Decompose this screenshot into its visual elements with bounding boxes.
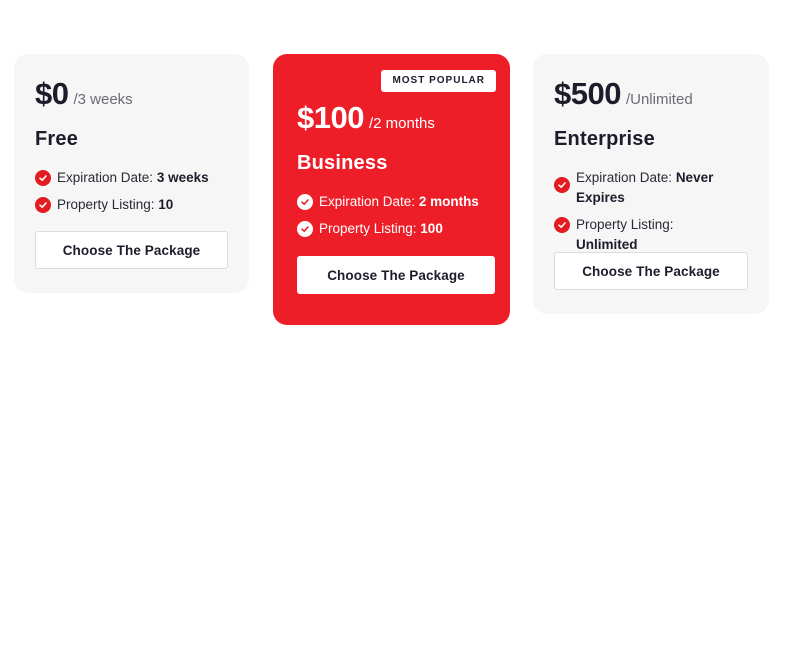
plan-price: $500 <box>554 76 621 111</box>
plan-name: Free <box>35 128 79 150</box>
feature-item: Expiration Date: 2 months <box>297 192 497 212</box>
plan-period: /3 weeks <box>73 91 133 108</box>
check-circle-icon <box>297 194 313 210</box>
feature-text: Expiration Date: 2 months <box>319 192 479 212</box>
feature-text: Property Listing: 100 <box>319 219 443 239</box>
pricing-card-enterprise: $500 /Unlimited Enterprise Expiration Da… <box>533 54 769 314</box>
feature-text: Property Listing: Unlimited <box>576 215 729 255</box>
feature-item: Property Listing: 10 <box>35 195 235 215</box>
feature-list: Expiration Date: Never Expires Property … <box>554 168 729 262</box>
feature-value: 10 <box>158 197 174 212</box>
feature-label: Property Listing: <box>576 217 674 232</box>
check-circle-icon <box>554 177 570 193</box>
feature-text: Property Listing: 10 <box>57 195 173 215</box>
feature-value: 3 weeks <box>156 170 209 185</box>
price-row: $0 /3 weeks <box>35 76 133 112</box>
feature-list: Expiration Date: 2 months Property Listi… <box>297 192 497 246</box>
most-popular-badge: MOST POPULAR <box>381 70 496 92</box>
price-row: $500 /Unlimited <box>554 76 693 112</box>
feature-item: Expiration Date: 3 weeks <box>35 168 235 188</box>
plan-price: $100 <box>297 100 364 135</box>
price-row: $100 /2 months <box>297 100 435 136</box>
plan-name: Business <box>297 152 388 174</box>
feature-label: Expiration Date: <box>57 170 157 185</box>
feature-label: Property Listing: <box>57 197 159 212</box>
choose-package-button[interactable]: Choose The Package <box>554 252 748 290</box>
feature-value: 100 <box>420 221 443 236</box>
check-circle-icon <box>35 170 51 186</box>
check-circle-icon <box>554 217 570 233</box>
feature-text: Expiration Date: Never Expires <box>576 168 729 208</box>
plan-period: /2 months <box>368 115 435 132</box>
feature-label: Expiration Date: <box>319 194 419 209</box>
pricing-card-free: $0 /3 weeks Free Expiration Date: 3 week… <box>14 54 249 293</box>
check-circle-icon <box>35 197 51 213</box>
feature-text: Expiration Date: 3 weeks <box>57 168 209 188</box>
plan-period: /Unlimited <box>625 91 693 108</box>
plan-price: $0 <box>35 76 69 111</box>
feature-label: Property Listing: <box>319 221 421 236</box>
feature-list: Expiration Date: 3 weeks Property Listin… <box>35 168 235 222</box>
pricing-card-business: MOST POPULAR $100 /2 months Business Exp… <box>273 54 510 325</box>
choose-package-button[interactable]: Choose The Package <box>297 256 495 294</box>
feature-value: 2 months <box>418 194 479 209</box>
feature-label: Expiration Date: <box>576 170 676 185</box>
feature-item: Property Listing: 100 <box>297 219 497 239</box>
check-circle-icon <box>297 221 313 237</box>
feature-item: Property Listing: Unlimited <box>554 215 729 255</box>
plan-name: Enterprise <box>554 128 655 150</box>
feature-value: Unlimited <box>576 237 638 252</box>
feature-item: Expiration Date: Never Expires <box>554 168 729 208</box>
choose-package-button[interactable]: Choose The Package <box>35 231 228 269</box>
